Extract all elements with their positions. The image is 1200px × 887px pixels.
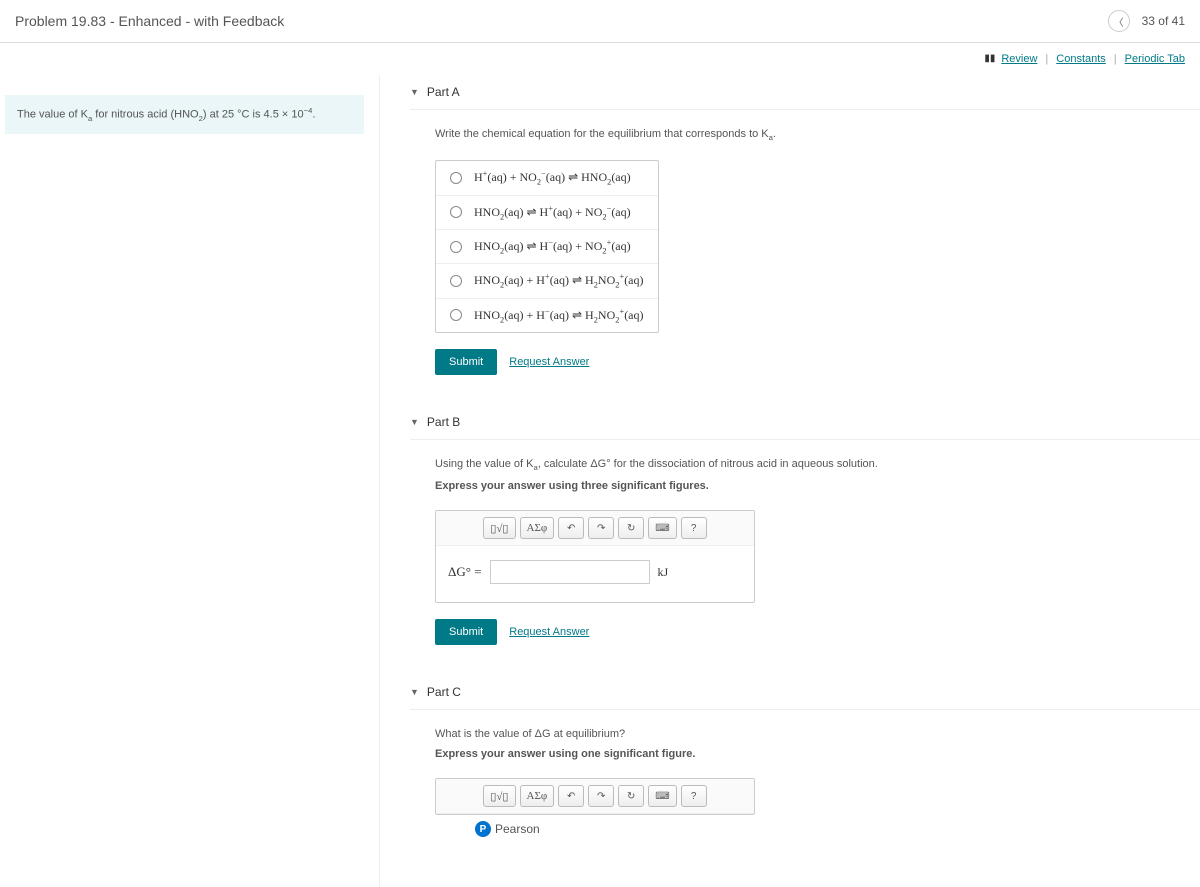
part-c-instruction-2: Express your answer using one significan… <box>435 748 1200 760</box>
constants-link[interactable]: Constants <box>1056 53 1106 65</box>
part-b-header[interactable]: ▼ Part B <box>410 405 1200 440</box>
part-b-body: Using the value of Ka, calculate ΔG° for… <box>410 440 1200 655</box>
help-button[interactable]: ? <box>681 785 707 807</box>
part-a-header[interactable]: ▼ Part A <box>410 75 1200 110</box>
part-b-actions: Submit Request Answer <box>435 619 1200 645</box>
radio-icon[interactable] <box>450 206 462 218</box>
part-a-options: H+(aq) + NO2−(aq) ⇌ HNO2(aq) HNO2(aq) ⇌ H… <box>435 160 659 333</box>
option-row[interactable]: HNO2(aq) ⇌ H−(aq) + NO2+(aq) <box>436 230 658 264</box>
caret-down-icon: ▼ <box>410 687 419 697</box>
variable-label: ΔG° = <box>448 564 482 580</box>
part-c-header[interactable]: ▼ Part C <box>410 675 1200 710</box>
template-button[interactable]: ▯√▯ <box>483 785 515 807</box>
caret-down-icon: ▼ <box>410 87 419 97</box>
header-right: 〈 33 of 41 <box>1108 10 1185 32</box>
separator: | <box>1114 53 1117 65</box>
pearson-icon: P <box>475 821 491 837</box>
main-content: The value of Ka for nitrous acid (HNO2) … <box>0 75 1200 887</box>
problem-info: The value of Ka for nitrous acid (HNO2) … <box>5 95 364 134</box>
part-b-instruction-1: Using the value of Ka, calculate ΔG° for… <box>435 458 1200 472</box>
request-answer-link[interactable]: Request Answer <box>509 626 589 638</box>
part-c-section: ▼ Part C What is the value of ΔG at equi… <box>410 675 1200 847</box>
undo-button[interactable]: ↶ <box>558 785 584 807</box>
review-icon: ▮▮ <box>984 53 995 65</box>
radio-icon[interactable] <box>450 241 462 253</box>
part-b-title: Part B <box>427 415 460 429</box>
questions-panel: ▼ Part A Write the chemical equation for… <box>380 75 1200 887</box>
undo-button[interactable]: ↶ <box>558 517 584 539</box>
request-answer-link[interactable]: Request Answer <box>509 356 589 368</box>
part-a-section: ▼ Part A Write the chemical equation for… <box>410 75 1200 385</box>
part-b-answer-box: ▯√▯ ΑΣφ ↶ ↷ ↻ ⌨ ? ΔG° = kJ <box>435 510 755 603</box>
option-row[interactable]: HNO2(aq) + H−(aq) ⇌ H2NO2+(aq) <box>436 299 658 332</box>
redo-button[interactable]: ↷ <box>588 517 614 539</box>
option-label: HNO2(aq) ⇌ H−(aq) + NO2+(aq) <box>474 238 631 255</box>
help-button[interactable]: ? <box>681 517 707 539</box>
part-a-instruction: Write the chemical equation for the equi… <box>435 128 1200 142</box>
keyboard-button[interactable]: ⌨ <box>648 517 676 539</box>
part-c-answer-box: ▯√▯ ΑΣφ ↶ ↷ ↻ ⌨ ? <box>435 778 755 815</box>
part-a-title: Part A <box>427 85 460 99</box>
pearson-label: Pearson <box>495 822 540 836</box>
separator: | <box>1045 53 1048 65</box>
unit-label: kJ <box>658 565 669 580</box>
option-row[interactable]: HNO2(aq) + H+(aq) ⇌ H2NO2+(aq) <box>436 264 658 298</box>
part-b-instruction-2: Express your answer using three signific… <box>435 480 1200 492</box>
reset-button[interactable]: ↻ <box>618 785 644 807</box>
radio-icon[interactable] <box>450 172 462 184</box>
sidebar: The value of Ka for nitrous acid (HNO2) … <box>0 75 380 887</box>
radio-icon[interactable] <box>450 309 462 321</box>
radio-icon[interactable] <box>450 275 462 287</box>
redo-button[interactable]: ↷ <box>588 785 614 807</box>
caret-down-icon: ▼ <box>410 417 419 427</box>
part-a-actions: Submit Request Answer <box>435 349 1200 375</box>
part-c-title: Part C <box>427 685 461 699</box>
option-row[interactable]: H+(aq) + NO2−(aq) ⇌ HNO2(aq) <box>436 161 658 195</box>
periodic-table-link[interactable]: Periodic Tab <box>1125 53 1185 65</box>
option-label: HNO2(aq) + H−(aq) ⇌ H2NO2+(aq) <box>474 307 644 324</box>
submit-button[interactable]: Submit <box>435 349 497 375</box>
equation-toolbar: ▯√▯ ΑΣφ ↶ ↷ ↻ ⌨ ? <box>436 511 754 546</box>
part-a-body: Write the chemical equation for the equi… <box>410 110 1200 385</box>
option-label: HNO2(aq) + H+(aq) ⇌ H2NO2+(aq) <box>474 272 644 289</box>
symbols-button[interactable]: ΑΣφ <box>520 517 555 539</box>
review-link[interactable]: Review <box>1001 53 1037 65</box>
equation-toolbar: ▯√▯ ΑΣφ ↶ ↷ ↻ ⌨ ? <box>436 779 754 814</box>
submit-button[interactable]: Submit <box>435 619 497 645</box>
part-c-instruction-1: What is the value of ΔG at equilibrium? <box>435 728 1200 740</box>
answer-input-row: ΔG° = kJ <box>436 546 754 602</box>
answer-input[interactable] <box>490 560 650 584</box>
reset-button[interactable]: ↻ <box>618 517 644 539</box>
chevron-left-icon: 〈 <box>1114 14 1124 29</box>
part-c-body: What is the value of ΔG at equilibrium? … <box>410 710 1200 847</box>
option-row[interactable]: HNO2(aq) ⇌ H+(aq) + NO2−(aq) <box>436 196 658 230</box>
part-b-section: ▼ Part B Using the value of Ka, calculat… <box>410 405 1200 655</box>
page-indicator: 33 of 41 <box>1142 14 1185 28</box>
resource-links: ▮▮ Review | Constants | Periodic Tab <box>0 43 1200 75</box>
template-button[interactable]: ▯√▯ <box>483 517 515 539</box>
page-header: Problem 19.83 - Enhanced - with Feedback… <box>0 0 1200 43</box>
symbols-button[interactable]: ΑΣφ <box>520 785 555 807</box>
prev-button[interactable]: 〈 <box>1108 10 1130 32</box>
pearson-badge: P Pearson <box>475 821 1200 837</box>
keyboard-button[interactable]: ⌨ <box>648 785 676 807</box>
problem-title: Problem 19.83 - Enhanced - with Feedback <box>15 13 284 29</box>
option-label: HNO2(aq) ⇌ H+(aq) + NO2−(aq) <box>474 204 631 221</box>
option-label: H+(aq) + NO2−(aq) ⇌ HNO2(aq) <box>474 169 631 186</box>
